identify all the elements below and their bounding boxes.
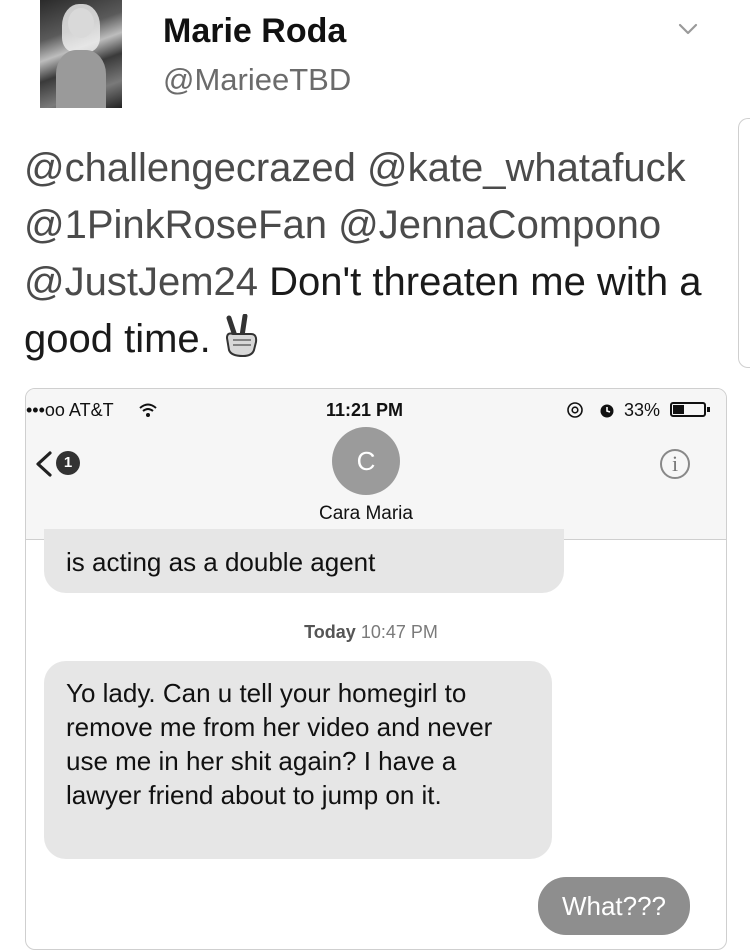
mention-link[interactable]: @JustJem24 — [24, 260, 258, 304]
tweet-text: @challengecrazed @kate_whatafuck @1PinkR… — [24, 140, 724, 368]
unread-badge[interactable]: 1 — [56, 451, 80, 475]
alarm-icon — [600, 404, 614, 418]
scroll-edge — [738, 118, 750, 368]
back-chevron-icon[interactable] — [32, 449, 56, 479]
mention-link[interactable]: @kate_whatafuck — [367, 146, 686, 190]
info-icon[interactable]: i — [660, 449, 690, 479]
victory-hand-icon — [225, 314, 257, 358]
status-time: 11:21 PM — [326, 400, 404, 420]
timestamp-time: 10:47 PM — [360, 622, 438, 642]
attached-screenshot[interactable]: •••oo AT&T 11:21 PM 33% 1 C Cara Maria i… — [25, 388, 727, 950]
messages-navbar: •••oo AT&T 11:21 PM 33% 1 C Cara Maria i — [26, 389, 726, 540]
profile-avatar[interactable] — [40, 0, 122, 108]
mention-link[interactable]: @JennaCompono — [338, 203, 661, 247]
chevron-down-icon[interactable] — [677, 18, 699, 40]
contact-name[interactable]: Cara Maria — [26, 503, 706, 525]
display-name[interactable]: Marie Roda — [163, 12, 346, 51]
timestamp-day: Today — [304, 622, 356, 642]
location-icon — [567, 402, 583, 418]
mention-link[interactable]: @challengecrazed — [24, 146, 356, 190]
message-bubble-incoming: is acting as a double agent — [44, 529, 564, 593]
wifi-icon — [139, 403, 157, 417]
mention-link[interactable]: @1PinkRoseFan — [24, 203, 327, 247]
carrier-label: •••oo AT&T — [26, 400, 114, 420]
message-text: is acting as a double agent — [66, 547, 376, 577]
battery-icon — [670, 402, 710, 417]
message-bubble-outgoing: What??? — [538, 877, 690, 935]
avatar-face — [68, 8, 94, 38]
message-bubble-incoming: Yo lady. Can u tell your homegirl to rem… — [44, 661, 552, 859]
contact-avatar[interactable]: C — [332, 427, 400, 495]
avatar-body — [56, 50, 106, 108]
battery-percent: 33% — [624, 400, 661, 420]
message-timestamp: Today 10:47 PM — [26, 622, 716, 643]
user-handle[interactable]: @MarieeTBD — [163, 62, 351, 98]
